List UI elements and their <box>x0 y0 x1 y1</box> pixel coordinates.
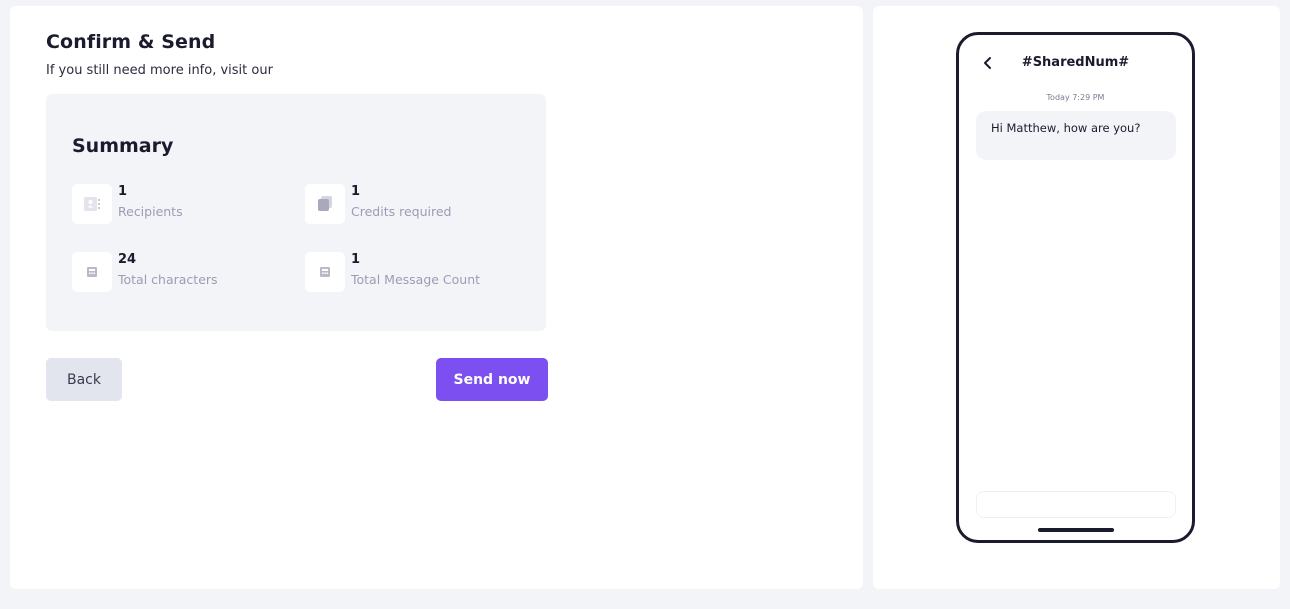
page-subtitle: If you still need more info, visit our <box>46 63 273 78</box>
stat-label: Total characters <box>118 272 218 287</box>
stat-label: Credits required <box>351 204 452 219</box>
calculator-icon <box>72 252 112 292</box>
confirm-panel: Confirm & Send If you still need more in… <box>10 6 863 589</box>
summary-card: Summary 1 Recipients 1 Credits required … <box>46 94 546 331</box>
credits-stack-icon <box>305 184 345 224</box>
conversation-title: #SharedNum# <box>1021 55 1130 70</box>
phone-preview: #SharedNum# Today 7:29 PM Hi Matthew, ho… <box>956 32 1195 543</box>
stat-value: 1 <box>351 252 361 267</box>
stat-value: 1 <box>118 184 128 199</box>
message-timestamp: Today 7:29 PM <box>1046 93 1105 102</box>
back-button[interactable]: Back <box>46 358 122 401</box>
stat-label: Recipients <box>118 204 183 219</box>
page-title: Confirm & Send <box>46 31 216 53</box>
stat-label: Total Message Count <box>351 272 481 287</box>
summary-title: Summary <box>72 135 174 157</box>
stat-recipients: 1 Recipients <box>72 184 292 228</box>
stat-credits: 1 Credits required <box>305 184 525 228</box>
preview-panel: #SharedNum# Today 7:29 PM Hi Matthew, ho… <box>873 6 1280 589</box>
send-now-button[interactable]: Send now <box>436 358 548 401</box>
message-input <box>976 491 1176 518</box>
stat-characters: 24 Total characters <box>72 252 292 296</box>
home-indicator <box>1038 528 1114 532</box>
stat-value: 24 <box>118 252 137 267</box>
stat-value: 1 <box>351 184 361 199</box>
contact-card-icon <box>72 184 112 224</box>
message-bubble: Hi Matthew, how are you? <box>976 111 1176 160</box>
stat-message-count: 1 Total Message Count <box>305 252 525 296</box>
calculator-icon <box>305 252 345 292</box>
